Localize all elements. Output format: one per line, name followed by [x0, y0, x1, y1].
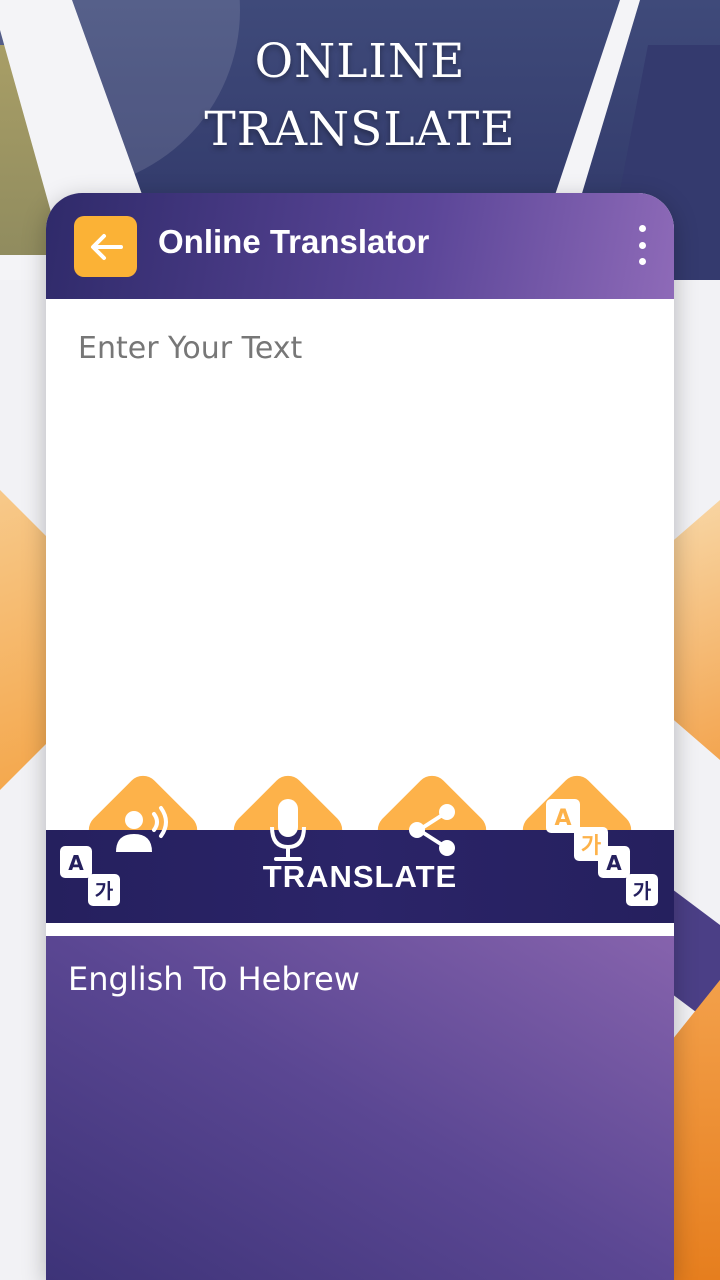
more-options-icon[interactable] [630, 225, 654, 265]
translate-icon: A 가 [546, 799, 608, 861]
app-title: Online Translator [158, 223, 430, 260]
input-panel: A 가 [46, 299, 674, 861]
share-icon [409, 804, 455, 856]
output-panel: English To Hebrew [46, 936, 674, 1280]
language-pair-label[interactable]: English To Hebrew [68, 960, 360, 998]
headline-line-2: TRANSLATE [204, 102, 516, 157]
headline-line-1: ONLINE [254, 34, 466, 89]
promo-headline: ONLINE TRANSLATE [0, 28, 720, 164]
text-input[interactable] [76, 329, 648, 653]
speaker-person-icon [116, 806, 168, 852]
microphone-icon [270, 799, 306, 861]
phone-frame: Online Translator Enter Your Text A 가 A … [46, 193, 674, 1280]
svg-text:A: A [554, 806, 571, 831]
svg-text:가: 가 [581, 834, 601, 859]
app-bar: Online Translator [46, 193, 674, 299]
back-button[interactable] [74, 216, 137, 277]
arrow-left-icon [90, 233, 123, 260]
svg-text:가: 가 [633, 879, 652, 903]
